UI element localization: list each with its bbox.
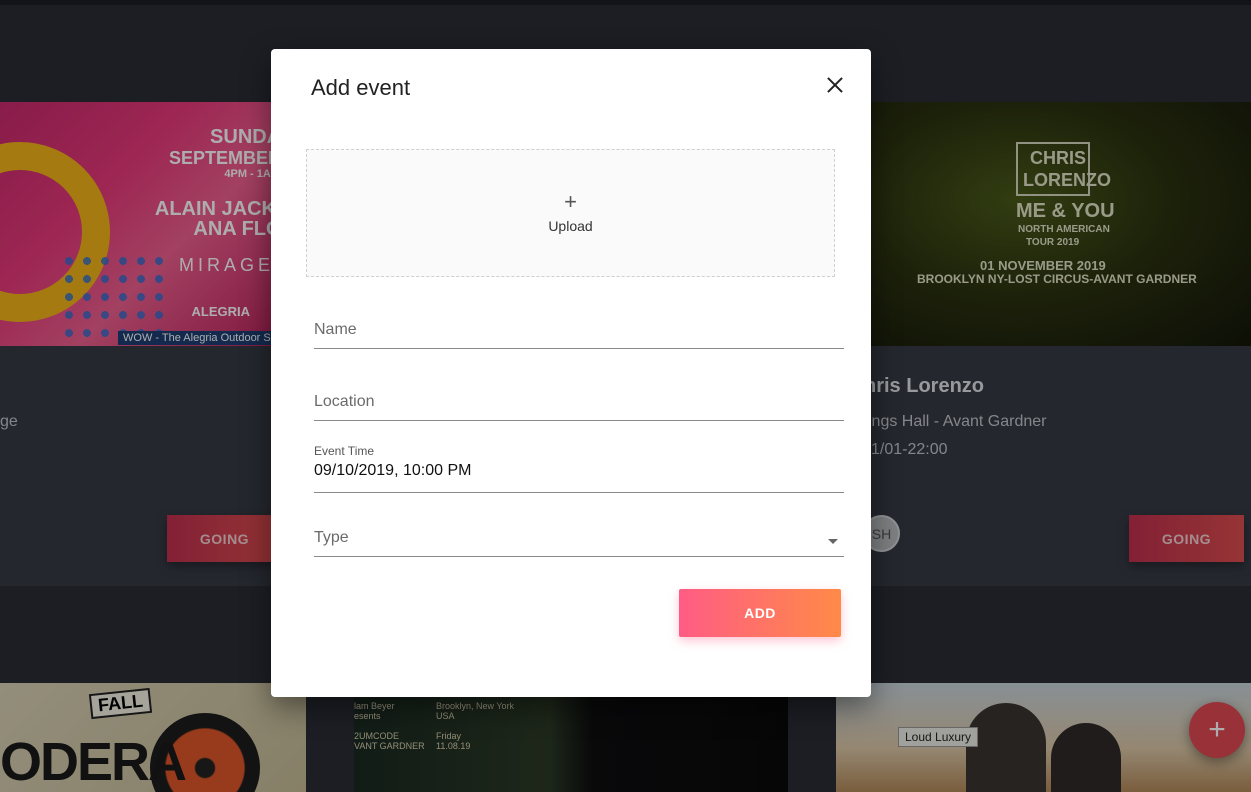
upload-label: Upload	[548, 218, 593, 234]
chevron-down-icon	[828, 539, 838, 544]
location-field[interactable]: Location	[314, 393, 844, 421]
add-event-modal: Add event + Upload Name Location Event T…	[271, 49, 871, 697]
type-placeholder: Type	[314, 529, 349, 546]
location-placeholder: Location	[314, 393, 375, 410]
event-time-field[interactable]: Event Time 09/10/2019, 10:00 PM	[314, 444, 844, 493]
add-button[interactable]: ADD	[679, 589, 841, 637]
name-placeholder: Name	[314, 321, 357, 338]
modal-title: Add event	[311, 75, 411, 100]
event-time-value: 09/10/2019, 10:00 PM	[314, 462, 472, 479]
event-time-label: Event Time	[314, 444, 375, 458]
close-icon[interactable]	[823, 73, 847, 97]
upload-dropzone[interactable]: + Upload	[306, 149, 835, 277]
name-field[interactable]: Name	[314, 321, 844, 349]
type-select[interactable]: Type	[314, 529, 844, 557]
plus-icon: +	[564, 189, 577, 214]
